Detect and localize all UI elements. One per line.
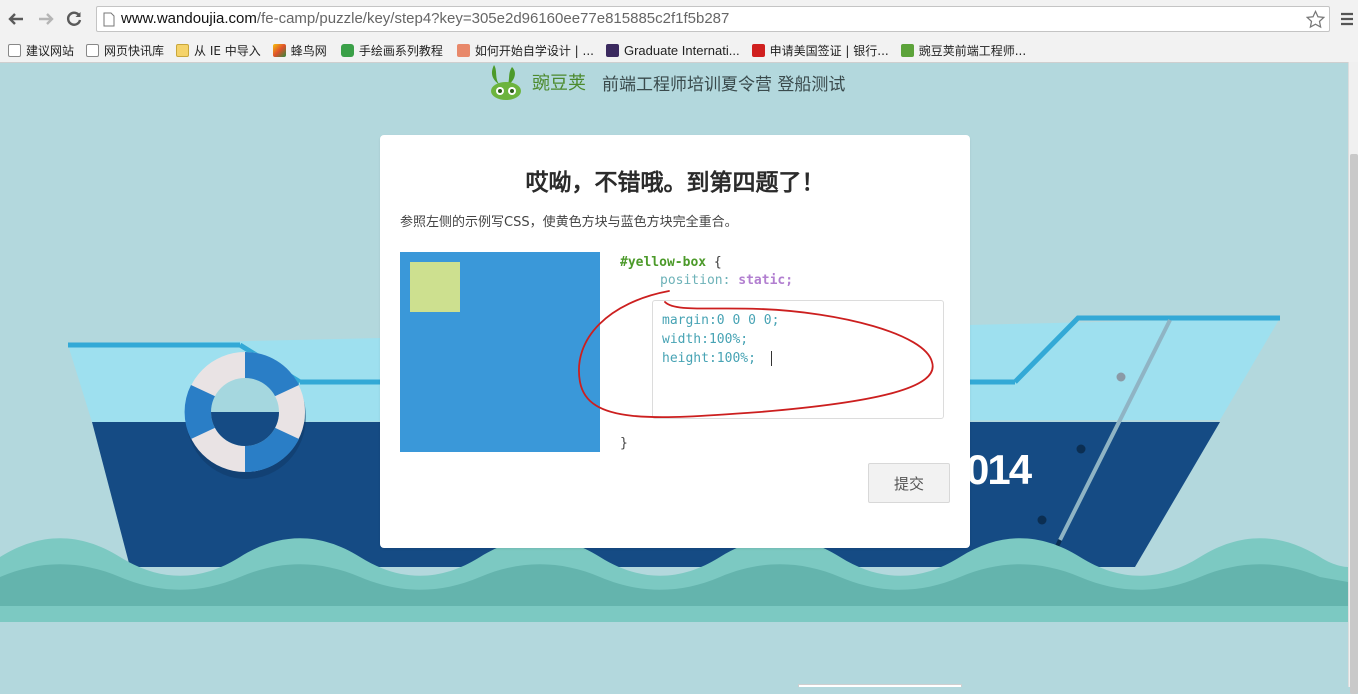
puzzle-card: 哎呦，不错哦。到第四题了！ 参照左侧的示例写CSS，使黄色方块与蓝色方块完全重合… <box>380 135 970 548</box>
forward-button[interactable] <box>34 6 58 32</box>
submit-button[interactable]: 提交 <box>868 463 950 503</box>
page-subtitle: 前端工程师培训夏令营 登船测试 <box>602 74 846 95</box>
bookmark-label: 建议网站 <box>26 43 75 58</box>
address-bar[interactable]: www.wandoujia.com/fe-camp/puzzle/key/ste… <box>96 6 1330 32</box>
bookmark-item[interactable]: 网页快讯库 <box>86 42 164 59</box>
bookmark-label: 如何开始自学设计 | ... <box>474 43 594 58</box>
bookmark-label: 手绘画系列教程 <box>358 43 443 58</box>
open-brace: { <box>706 255 722 270</box>
css-editor[interactable]: margin:0 0 0 0; width:100%; height:100%; <box>652 300 944 419</box>
yellow-box <box>410 262 460 312</box>
editor-line: width:100%; <box>662 332 749 347</box>
url-host: www.wandoujia.com <box>121 10 257 27</box>
wandoujia-logo-icon <box>491 65 521 100</box>
url-text: www.wandoujia.com/fe-camp/puzzle/key/ste… <box>121 10 729 27</box>
arrow-right-icon <box>39 13 54 25</box>
scrollbar-thumb[interactable] <box>1350 154 1358 694</box>
bookmark-label: 从 IE 中导入 <box>194 43 261 58</box>
bookmark-item[interactable]: 建议网站 <box>8 42 74 59</box>
page-icon <box>8 43 21 57</box>
bookmark-item[interactable]: 从 IE 中导入 <box>176 42 261 59</box>
text-caret <box>771 351 772 366</box>
ship-rivet <box>1076 444 1086 454</box>
vertical-scrollbar[interactable] <box>1348 62 1358 694</box>
life-buoy <box>184 351 306 479</box>
onenote-icon <box>605 43 619 57</box>
ship-rivet <box>1116 372 1126 382</box>
page-icon <box>103 12 115 27</box>
css-selector: #yellow-box <box>620 255 707 270</box>
bookmark-item[interactable]: 蜂鸟网 <box>272 42 327 59</box>
css-property-value: static; <box>738 273 794 288</box>
bookmark-label: 豌豆荚前端工程师... <box>918 43 1027 58</box>
bookmark-item[interactable]: 申请美国签证 | 银行... <box>751 42 889 59</box>
url-path: /fe-camp/puzzle/key/step4?key=305e2d9616… <box>256 10 730 27</box>
reload-icon <box>66 11 82 26</box>
brand-name: 豌豆荚 <box>532 73 586 94</box>
site-header: 豌豆荚 前端工程师培训夏令营 登船测试 <box>488 62 845 102</box>
bookmark-item[interactable]: Graduate Internati... <box>605 42 740 58</box>
css-fixed-property: position: static; <box>660 273 793 288</box>
back-button[interactable] <box>4 6 28 32</box>
bookmark-label: 网页快讯库 <box>104 43 165 58</box>
bookmark-item[interactable]: 如何开始自学设计 | ... <box>456 42 594 59</box>
browser-toolbar: www.wandoujia.com/fe-camp/puzzle/key/ste… <box>0 0 1358 39</box>
folder-icon <box>176 43 190 57</box>
ship-rivet <box>1037 515 1047 525</box>
bookmark-label: 蜂鸟网 <box>290 43 327 58</box>
bookmark-label: Graduate Internati... <box>623 42 740 58</box>
puzzle-title: 哎呦，不错哦。到第四题了！ <box>525 170 825 196</box>
close-brace: } <box>620 436 628 451</box>
page-icon <box>86 43 100 57</box>
css-selector-line: #yellow-box { <box>620 255 722 270</box>
wandoujia-logo-icon <box>900 43 914 57</box>
bookmark-label: 申请美国签证 | 银行... <box>769 43 889 58</box>
page-content: 014 豌豆荚 前端工程师培训夏令营 登船测试 哎呦，不错哦。到第四题了！ 参照 <box>0 62 1348 687</box>
menu-button[interactable] <box>1336 6 1358 32</box>
fengniao-logo-icon <box>272 43 286 57</box>
bookmarks-bar: 建议网站 网页快讯库 从 IE 中导入 蜂鸟网 手绘画系列教程 如何开始自学设计… <box>0 38 1358 63</box>
css-property-name: position: <box>660 273 739 288</box>
chat-bubble-icon <box>340 43 354 57</box>
reload-button[interactable] <box>62 6 86 32</box>
citi-logo-icon <box>751 43 765 57</box>
bookmark-item[interactable]: 手绘画系列教程 <box>340 42 443 59</box>
arrow-left-icon <box>8 13 23 25</box>
editor-line: height:100%; <box>662 351 756 366</box>
hamburger-menu-icon <box>1341 12 1353 26</box>
ship-hull-text: 014 <box>966 446 1033 493</box>
bookmark-item[interactable]: 豌豆荚前端工程师... <box>900 42 1027 59</box>
editor-line: margin:0 0 0 0; <box>662 313 780 328</box>
star-icon[interactable] <box>1306 10 1325 29</box>
jian-logo-icon <box>456 43 470 57</box>
puzzle-instruction: 参照左侧的示例写CSS，使黄色方块与蓝色方块完全重合。 <box>400 215 738 230</box>
